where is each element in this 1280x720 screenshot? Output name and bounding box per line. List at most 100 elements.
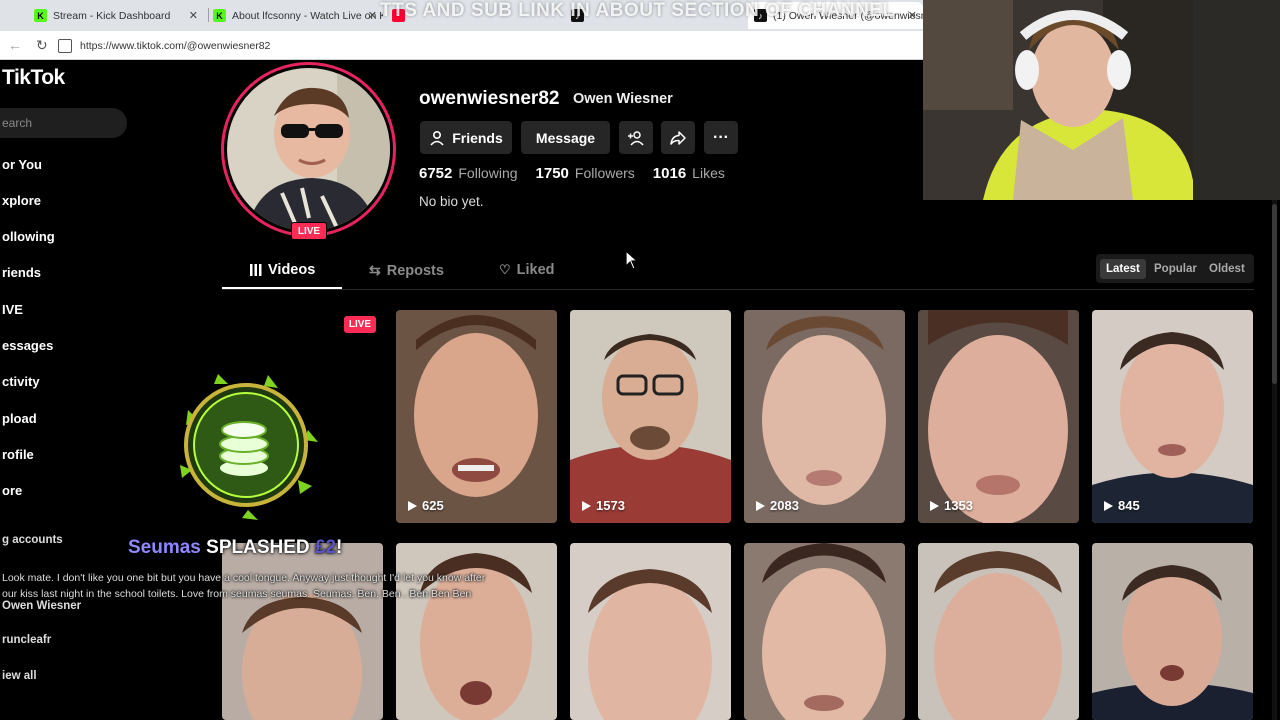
view-count: 2083 — [756, 498, 799, 513]
donor-name: Seumas — [128, 537, 201, 558]
sidebar-item-following[interactable]: ollowing — [2, 229, 55, 244]
following-count[interactable]: 6752 — [419, 165, 452, 182]
video-thumbnail — [570, 310, 731, 523]
sidebar-item-explore[interactable]: xplore — [2, 193, 41, 208]
play-icon — [930, 500, 939, 511]
grid-icon — [250, 264, 262, 276]
browser-tab[interactable]: K About lfcsonny - Watch Live on Ki ✕ — [213, 2, 383, 29]
profile-username: owenwiesner82 — [419, 88, 560, 109]
address-bar: ← ↻ https://www.tiktok.com/@owenwiesner8… — [0, 31, 923, 60]
video-tile[interactable] — [1092, 543, 1253, 720]
tab-videos[interactable]: Videos — [250, 262, 315, 278]
view-count-number: 2083 — [770, 498, 799, 513]
following-accounts-heading: g accounts — [2, 534, 63, 546]
sidebar-item-more[interactable]: ore — [2, 483, 22, 498]
donation-alert-title: Seumas SPLASHED £2! — [128, 537, 342, 559]
view-count-number: 1573 — [596, 498, 625, 513]
scrollbar[interactable] — [1272, 200, 1277, 720]
sort-latest[interactable]: Latest — [1100, 259, 1146, 279]
see-all-link[interactable]: iew all — [2, 670, 37, 682]
add-person-icon — [628, 130, 644, 146]
url-field[interactable]: https://www.tiktok.com/@owenwiesner82 — [58, 35, 918, 56]
tab-reposts[interactable]: ⇆ Reposts — [369, 262, 444, 279]
mouse-cursor-icon — [625, 250, 639, 270]
site-info-icon[interactable] — [58, 38, 72, 53]
sidebar-item-friends[interactable]: riends — [2, 265, 41, 280]
close-icon[interactable]: ✕ — [189, 9, 198, 22]
donation-coin-animation — [178, 370, 318, 520]
view-count-number: 625 — [422, 498, 444, 513]
view-count-number: 845 — [1118, 498, 1140, 513]
browser-tab-title: Stream - Kick Dashboard — [53, 9, 171, 22]
profile-nickname: Owen Wiesner — [573, 91, 673, 107]
browser-tab[interactable]: K Stream - Kick Dashboard ✕ — [34, 2, 204, 29]
video-tile[interactable] — [918, 543, 1079, 720]
tiktok-logo[interactable]: TikTok — [2, 66, 65, 90]
profile-stats: 6752 Following 1750 Followers 1016 Likes — [419, 165, 743, 182]
profile-avatar[interactable] — [221, 62, 396, 237]
video-thumbnail — [918, 310, 1079, 523]
live-badge[interactable]: LIVE — [291, 222, 327, 240]
tab-liked[interactable]: ♡ Liked — [499, 262, 555, 278]
view-count: 625 — [408, 498, 444, 513]
person-icon — [430, 130, 444, 146]
message-button[interactable]: Message — [521, 121, 610, 154]
sort-popular[interactable]: Popular — [1148, 259, 1203, 279]
sidebar-item-messages[interactable]: essages — [2, 338, 53, 353]
avatar-photo — [227, 68, 390, 231]
play-icon — [1104, 500, 1113, 511]
view-count: 1353 — [930, 498, 973, 513]
view-count-number: 1353 — [944, 498, 973, 513]
tab-videos-label: Videos — [268, 262, 316, 278]
friends-button[interactable]: Friends — [420, 121, 512, 154]
add-friend-button[interactable] — [619, 121, 653, 154]
video-thumbnail — [1092, 543, 1253, 720]
sort-toggle: Latest Popular Oldest — [1096, 254, 1254, 283]
share-button[interactable] — [661, 121, 695, 154]
sidebar-item-activity[interactable]: ctivity — [2, 374, 40, 389]
sidebar-item-upload[interactable]: pload — [2, 411, 37, 426]
video-thumbnail — [744, 543, 905, 720]
screen: K Stream - Kick Dashboard ✕ K About lfcs… — [0, 0, 1280, 720]
more-options-button[interactable]: ··· — [704, 121, 738, 154]
video-tile[interactable]: 625 — [396, 310, 557, 523]
view-count: 845 — [1104, 498, 1140, 513]
active-tab-indicator — [222, 287, 342, 289]
video-tile[interactable]: 1353 — [918, 310, 1079, 523]
video-tile[interactable]: 2083 — [744, 310, 905, 523]
back-arrow-icon[interactable]: ← — [8, 37, 22, 53]
following-account-item[interactable]: runcleafr — [2, 634, 51, 646]
search-input[interactable]: earch — [0, 108, 127, 138]
sidebar-item-for-you[interactable]: or You — [2, 157, 42, 172]
video-tile[interactable] — [744, 543, 905, 720]
scrollbar-thumb[interactable] — [1272, 204, 1277, 384]
tab-reposts-label: Reposts — [386, 262, 444, 279]
live-indicator[interactable]: LIVE — [344, 316, 376, 333]
donation-amount: £2 — [314, 537, 337, 558]
likes-label: Likes — [692, 165, 725, 181]
sidebar-item-profile[interactable]: rofile — [2, 447, 34, 462]
followers-label[interactable]: Followers — [575, 165, 635, 181]
webcam-feed — [923, 0, 1193, 200]
coin-stack-icon — [180, 374, 318, 520]
followers-count[interactable]: 1750 — [536, 165, 569, 182]
video-tile[interactable]: 845 — [1092, 310, 1253, 523]
donation-action: SPLASHED — [206, 537, 310, 558]
likes-count: 1016 — [652, 165, 687, 182]
friends-button-label: Friends — [452, 129, 503, 146]
video-tile[interactable] — [570, 543, 731, 720]
search-placeholder: earch — [2, 116, 33, 130]
reload-icon[interactable]: ↻ — [36, 37, 48, 54]
kick-icon: K — [213, 9, 226, 22]
close-icon[interactable]: ✕ — [368, 9, 377, 22]
close-icon[interactable]: ✕ — [908, 9, 917, 22]
video-tile[interactable]: 1573 — [570, 310, 731, 523]
play-icon — [582, 500, 591, 511]
sidebar-item-live[interactable]: IVE — [2, 302, 23, 317]
following-label[interactable]: Following — [458, 165, 517, 181]
sort-oldest[interactable]: Oldest — [1203, 259, 1251, 279]
browser-tab-bar: K Stream - Kick Dashboard ✕ K About lfcs… — [0, 0, 923, 31]
video-thumbnail — [918, 543, 1079, 720]
repost-icon: ⇆ — [369, 262, 381, 278]
url-text: https://www.tiktok.com/@owenwiesner82 — [80, 39, 271, 52]
